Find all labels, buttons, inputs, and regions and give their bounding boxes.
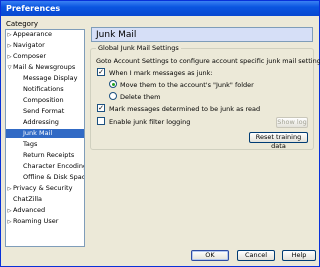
tree-item[interactable]: ▷ Composer: [6, 52, 84, 61]
tree-item[interactable]: Junk Mail: [6, 129, 84, 138]
tree-item-label: Send Format: [23, 107, 65, 115]
tree-item-label: Junk Mail: [23, 129, 53, 137]
tree-item-label: Addressing: [23, 118, 59, 126]
move-to-junk-label: Move them to the account's "Junk" folder: [120, 81, 254, 89]
tree-item[interactable]: Send Format: [6, 107, 84, 116]
category-label: Category: [6, 20, 38, 28]
tree-item[interactable]: Return Receipts: [6, 151, 84, 160]
tree-item-label: Privacy & Security: [13, 184, 73, 192]
tree-item[interactable]: ▷ Navigator: [6, 41, 84, 50]
tree-item-label: Composition: [23, 96, 64, 104]
ok-button[interactable]: OK: [191, 250, 229, 261]
preferences-window: Preferences Category ▷ Appearance ▷ Navigat…: [0, 0, 320, 267]
collapsed-arrow-icon[interactable]: ▷: [6, 42, 13, 51]
tree-item[interactable]: ▷ Roaming User: [6, 217, 84, 226]
when-marked-label: When I mark messages as junk:: [109, 69, 213, 77]
when-marked-checkbox[interactable]: ✓: [97, 68, 105, 76]
expanded-arrow-icon[interactable]: ▽: [6, 64, 13, 73]
tree-item-label: Mail & Newsgroups: [13, 63, 76, 71]
tree-item-label: ChatZilla: [13, 195, 43, 203]
collapsed-arrow-icon[interactable]: ▷: [6, 185, 13, 194]
category-tree[interactable]: ▷ Appearance ▷ Navigator ▷ Composer ▽ Mail & Ne…: [5, 29, 85, 247]
panel-title: Junk Mail: [91, 27, 313, 42]
tree-item[interactable]: Message Display: [6, 74, 84, 83]
reset-training-button[interactable]: Reset training data: [249, 132, 308, 150]
tree-item[interactable]: Addressing: [6, 118, 84, 127]
tree-item-label: Tags: [23, 140, 38, 148]
mark-read-label: Mark messages determined to be junk as r…: [109, 105, 261, 113]
tree-item-label: Character Encoding: [23, 162, 85, 170]
tree-item[interactable]: Offline & Disk Space: [6, 173, 84, 182]
tree-item[interactable]: ▷ Advanced: [6, 206, 84, 215]
delete-label: Delete them: [120, 93, 161, 101]
delete-radio[interactable]: [109, 92, 117, 100]
tree-item-label: Roaming User: [13, 217, 59, 225]
tree-item[interactable]: Notifications: [6, 85, 84, 94]
collapsed-arrow-icon[interactable]: ▷: [6, 207, 13, 216]
tree-item-label: Return Receipts: [23, 151, 75, 159]
description-text: Goto Account Settings to configure accou…: [96, 57, 320, 65]
tree-item-label: Navigator: [13, 41, 45, 49]
show-log-button[interactable]: Show log: [276, 117, 308, 128]
tree-item-label: Offline & Disk Space: [23, 173, 85, 181]
mark-read-checkbox[interactable]: ✓: [97, 104, 105, 112]
move-to-junk-radio[interactable]: [109, 80, 117, 88]
tree-item[interactable]: Composition: [6, 96, 84, 105]
tree-item[interactable]: Tags: [6, 140, 84, 149]
tree-item-label: Message Display: [23, 74, 78, 82]
tree-item[interactable]: ▷ Appearance: [6, 30, 84, 39]
tree-item-label: Notifications: [23, 85, 64, 93]
tree-item[interactable]: ▽ Mail & Newsgroups: [6, 63, 84, 72]
cancel-button[interactable]: Cancel: [237, 250, 275, 261]
collapsed-arrow-icon[interactable]: ▷: [6, 218, 13, 227]
logging-label: Enable junk filter logging: [109, 118, 191, 126]
collapsed-arrow-icon[interactable]: ▷: [6, 31, 13, 40]
tree-item[interactable]: Character Encoding: [6, 162, 84, 171]
logging-checkbox[interactable]: [97, 117, 105, 125]
tree-item[interactable]: ChatZilla: [6, 195, 84, 204]
tree-item-label: Advanced: [13, 206, 46, 214]
help-button[interactable]: Help: [282, 250, 316, 261]
window-title: Preferences: [1, 1, 319, 16]
tree-item[interactable]: ▷ Privacy & Security: [6, 184, 84, 193]
tree-item-label: Composer: [13, 52, 47, 60]
collapsed-arrow-icon[interactable]: ▷: [6, 53, 13, 62]
group-title: Global Junk Mail Settings: [96, 44, 181, 52]
tree-item-label: Appearance: [13, 30, 53, 38]
